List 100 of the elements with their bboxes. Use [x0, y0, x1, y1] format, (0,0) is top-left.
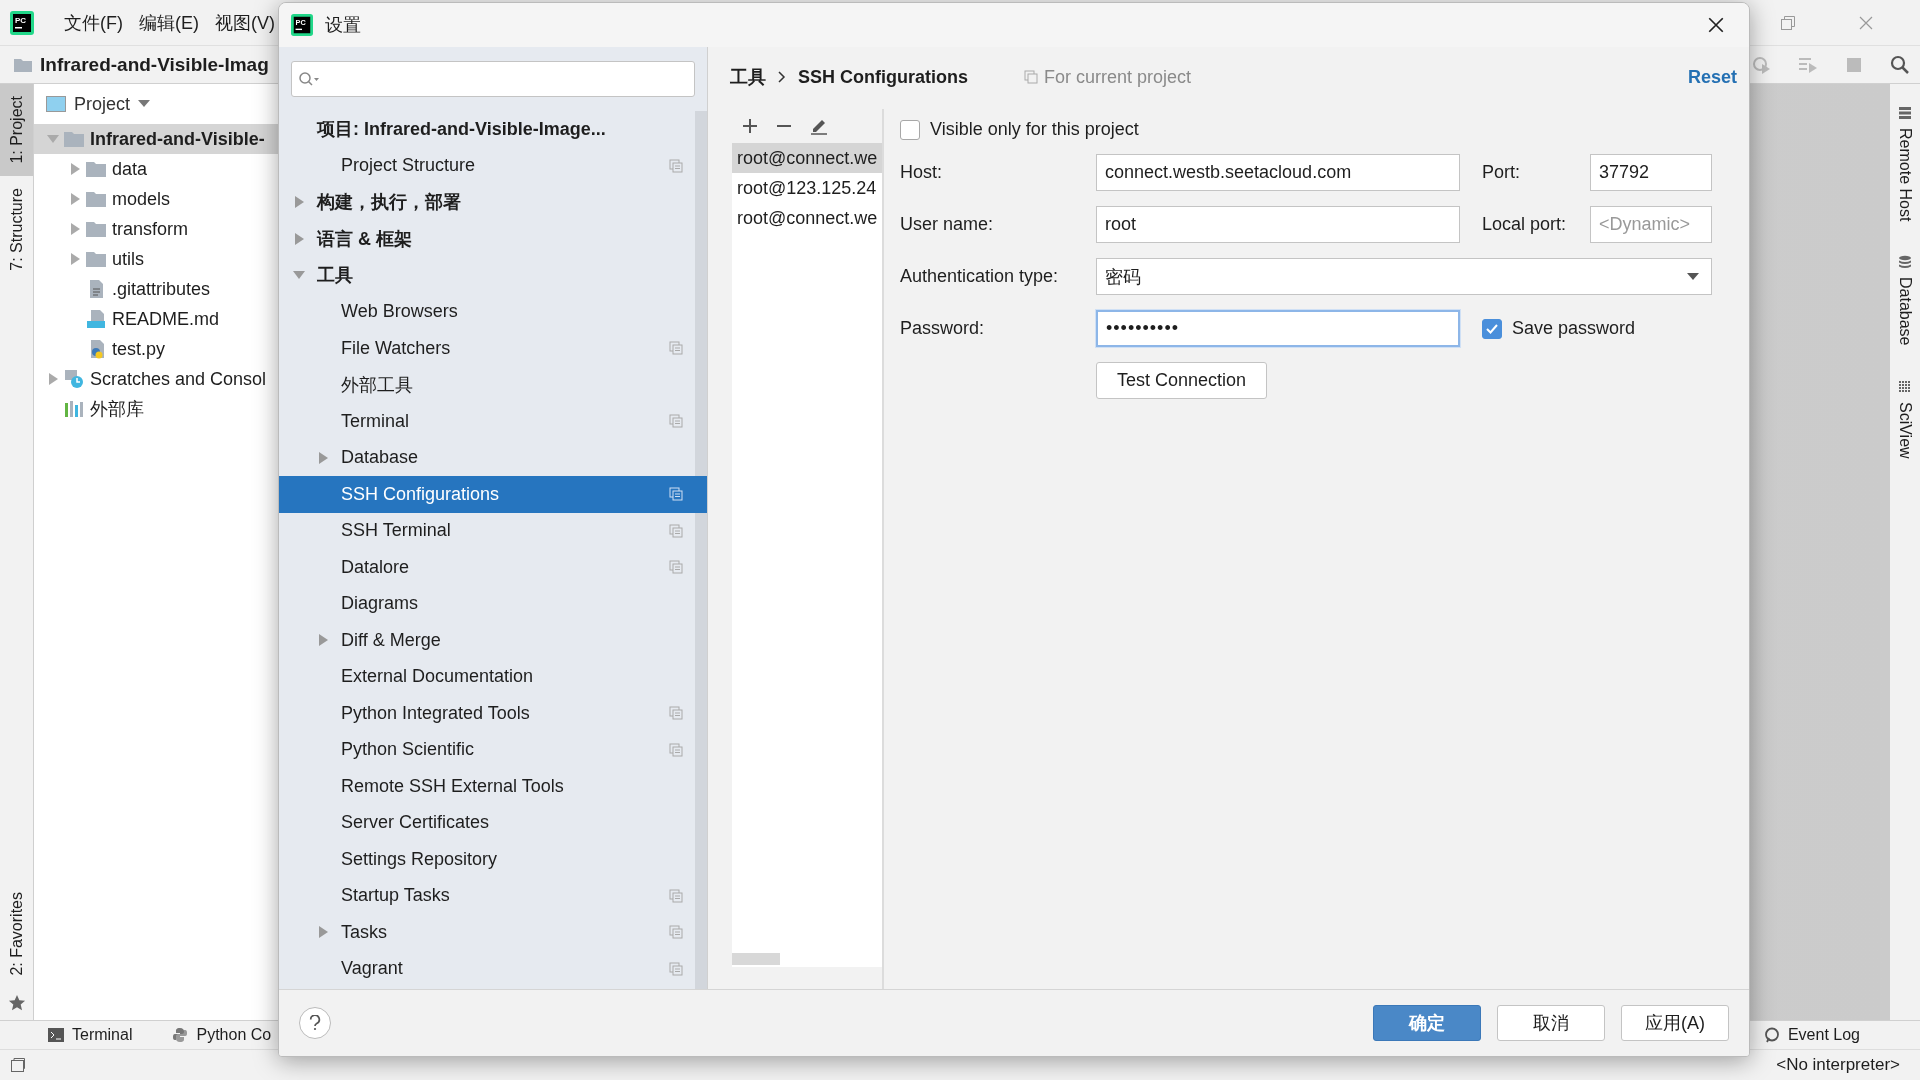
settings-tree-item[interactable]: Tasks: [279, 914, 707, 951]
settings-tree-item[interactable]: Diagrams: [279, 585, 707, 622]
tool-window-tab[interactable]: Database: [1896, 255, 1914, 346]
ssh-config-item[interactable]: root@connect.we: [732, 143, 882, 173]
library-bars-icon: [64, 399, 84, 419]
tool-window-tab[interactable]: 1: Project: [0, 84, 33, 176]
settings-tree-item[interactable]: Project Structure: [279, 147, 707, 184]
tree-item[interactable]: Infrared-and-Visible-: [34, 124, 279, 154]
settings-tree-item[interactable]: Remote SSH External Tools: [279, 768, 707, 805]
scope-note: For current project: [1044, 66, 1192, 88]
test-connection-button[interactable]: Test Connection: [1096, 362, 1268, 399]
field-label: Authentication type:: [900, 266, 1060, 287]
speech-bubble-icon: [1763, 1027, 1780, 1043]
question-mark-icon: [309, 1015, 321, 1031]
username-field[interactable]: root: [1096, 206, 1460, 243]
settings-tree-item[interactable]: Vagrant: [279, 950, 707, 987]
terminal-icon: [48, 1028, 64, 1042]
tree-item[interactable]: test.py: [34, 334, 279, 364]
server-icon: [1898, 106, 1912, 120]
close-icon[interactable]: [1707, 16, 1725, 34]
settings-tree-item[interactable]: Database: [279, 439, 707, 476]
tool-window-tab[interactable]: Remote Host: [1896, 106, 1914, 222]
dropdown-caret-icon[interactable]: [138, 100, 151, 108]
settings-tree-item[interactable]: External Documentation: [279, 658, 707, 695]
settings-tree-item[interactable]: Startup Tasks: [279, 877, 707, 914]
tree-item[interactable]: README.md: [34, 304, 279, 334]
tool-window-button[interactable]: Python Co: [172, 1026, 272, 1044]
settings-tree-item[interactable]: Web Browsers: [279, 293, 707, 330]
settings-tree-item[interactable]: Python Scientific: [279, 731, 707, 768]
window-icon: [46, 96, 66, 112]
panel-title[interactable]: Project: [74, 93, 131, 115]
settings-tree-item[interactable]: 工具: [279, 257, 707, 294]
field-label: Port:: [1482, 162, 1521, 183]
ssh-config-item[interactable]: root@connect.we: [732, 203, 882, 233]
field-label: Local port:: [1482, 214, 1568, 235]
checkbox[interactable]: [1482, 318, 1502, 339]
run-history-icon[interactable]: [1752, 54, 1772, 75]
search-icon[interactable]: [1890, 54, 1910, 75]
ssh-config-item[interactable]: root@123.125.24: [732, 173, 882, 203]
settings-tree-item[interactable]: Settings Repository: [279, 841, 707, 878]
checkbox[interactable]: [900, 119, 920, 140]
settings-tree-item[interactable]: 语言 & 框架: [279, 220, 707, 257]
event-log-button[interactable]: Event Log: [1763, 1026, 1860, 1044]
expand-arrow-icon[interactable]: [317, 634, 329, 647]
port-field[interactable]: 37792: [1590, 154, 1712, 191]
local-port-field[interactable]: <Dynamic>: [1590, 206, 1712, 243]
tool-window-tab[interactable]: 7: Structure: [0, 175, 33, 283]
help-button[interactable]: [299, 1007, 331, 1039]
tool-window-tab[interactable]: 2: Favorites: [0, 880, 33, 988]
tool-window-tab[interactable]: SciView: [1896, 379, 1914, 459]
breadcrumb-item[interactable]: Infrared-and-Visible-Imag: [40, 53, 269, 76]
interpreter-status[interactable]: <No interpreter>: [1776, 1055, 1900, 1075]
collapse-arrow-icon[interactable]: [47, 133, 59, 145]
add-icon[interactable]: [742, 118, 758, 134]
settings-tree-item[interactable]: 外部工具: [279, 366, 707, 403]
tree-item[interactable]: 外部库: [34, 394, 279, 424]
settings-tree-item[interactable]: File Watchers: [279, 330, 707, 367]
expand-arrow-icon[interactable]: [293, 232, 305, 245]
settings-tree-item[interactable]: Diff & Merge: [279, 622, 707, 659]
settings-tree-item[interactable]: SSH Configurations: [279, 476, 707, 513]
restore-icon[interactable]: [1780, 14, 1796, 31]
menu-item[interactable]: 文件(F): [64, 10, 123, 35]
breadcrumb-item[interactable]: 工具: [730, 65, 766, 89]
settings-tree-item[interactable]: Datalore: [279, 549, 707, 586]
scrollbar[interactable]: [732, 953, 780, 965]
folder-icon: [86, 191, 106, 207]
expand-arrow-icon[interactable]: [317, 926, 329, 939]
edit-pencil-icon[interactable]: [810, 117, 828, 135]
tool-window-button[interactable]: Terminal: [48, 1026, 133, 1044]
tree-item[interactable]: data: [34, 154, 279, 184]
expand-arrow-icon[interactable]: [47, 373, 59, 385]
menu-item[interactable]: 编辑(E): [139, 10, 199, 35]
tree-item[interactable]: .gitattributes: [34, 274, 279, 304]
expand-arrow-icon[interactable]: [69, 163, 81, 175]
settings-tree-item[interactable]: SSH Terminal: [279, 512, 707, 549]
expand-arrow-icon[interactable]: [317, 451, 329, 464]
settings-tree-item[interactable]: Python Integrated Tools: [279, 695, 707, 732]
folder-icon: [86, 161, 106, 177]
expand-arrow-icon[interactable]: [69, 253, 81, 265]
password-field[interactable]: ••••••••••: [1096, 310, 1460, 347]
tree-item[interactable]: models: [34, 184, 279, 214]
expand-arrow-icon[interactable]: [293, 196, 305, 209]
tree-item[interactable]: transform: [34, 214, 279, 244]
dialog-button[interactable]: 应用(A): [1621, 1005, 1729, 1041]
reset-link[interactable]: Reset: [1687, 66, 1737, 88]
tree-item[interactable]: Scratches and Consol: [34, 364, 279, 394]
settings-tree-item[interactable]: Server Certificates: [279, 804, 707, 841]
dialog-button[interactable]: 确定: [1373, 1005, 1481, 1041]
auth-type-dropdown[interactable]: 密码: [1096, 258, 1712, 295]
tree-item[interactable]: utils: [34, 244, 279, 274]
settings-tree-item[interactable]: 项目: Infrared-and-Visible-Image...: [279, 111, 707, 148]
dialog-button[interactable]: 取消: [1497, 1005, 1605, 1041]
expand-arrow-icon[interactable]: [69, 193, 81, 205]
expand-arrow-icon[interactable]: [69, 223, 81, 235]
settings-tree-item[interactable]: 构建，执行，部署: [279, 184, 707, 221]
settings-tree-item[interactable]: Terminal: [279, 403, 707, 440]
menu-item[interactable]: 视图(V): [215, 10, 275, 35]
search-field[interactable]: [291, 61, 695, 97]
host-field[interactable]: connect.westb.seetacloud.com: [1096, 154, 1460, 191]
panel-toggle-icon[interactable]: [10, 1057, 26, 1073]
